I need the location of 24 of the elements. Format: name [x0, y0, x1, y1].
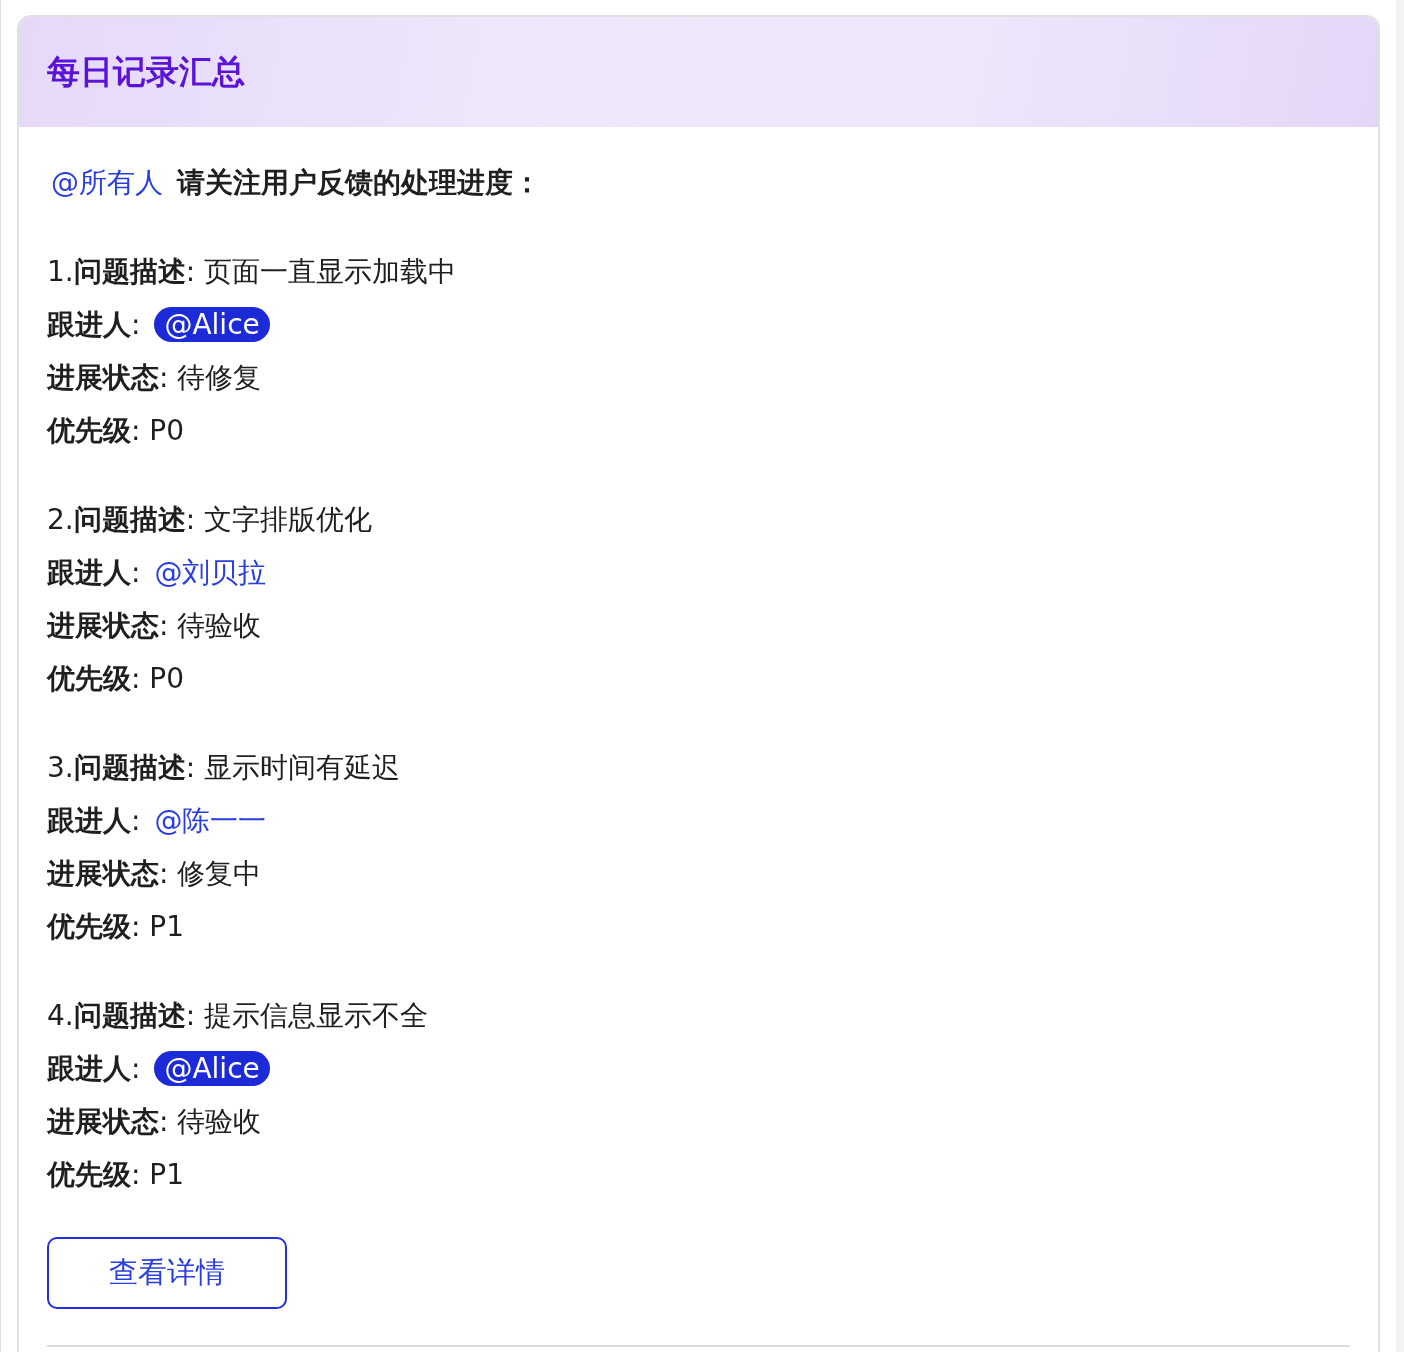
- issue-line: 优先级: P1: [47, 1156, 185, 1193]
- issue-line: 1.问题描述: 页面一直显示加载中: [47, 253, 457, 290]
- card-title: 每日记录汇总: [47, 50, 245, 93]
- assignee-label: 跟进人:: [47, 1050, 141, 1087]
- issue-line: 2.问题描述: 文字排版优化: [47, 501, 373, 538]
- issue-line: 优先级: P0: [47, 660, 185, 697]
- issue-line: 3.问题描述: 显示时间有延迟: [47, 749, 401, 786]
- issue-line: 优先级: P1: [47, 908, 185, 945]
- intro-text: 请关注用户反馈的处理进度：: [177, 165, 541, 201]
- mention-link[interactable]: @陈一一: [154, 801, 267, 840]
- issue-line: 优先级: P0: [47, 412, 185, 449]
- issue-line: 进展状态: 待验收: [47, 607, 262, 644]
- mention-link[interactable]: @刘贝拉: [154, 553, 267, 592]
- issue-line: 进展状态: 待修复: [47, 359, 262, 396]
- assignee-label: 跟进人:: [47, 306, 141, 343]
- assignee-label: 跟进人:: [47, 554, 141, 591]
- issue-line: 进展状态: 修复中: [47, 855, 262, 892]
- mention-chip[interactable]: @Alice: [154, 1051, 270, 1086]
- issue-line: 进展状态: 待验收: [47, 1103, 262, 1140]
- assignee-label: 跟进人:: [47, 802, 141, 839]
- mention-chip[interactable]: @Alice: [154, 307, 270, 342]
- mention-link[interactable]: @所有人: [51, 164, 163, 202]
- details-button[interactable]: 查看详情: [47, 1237, 287, 1309]
- issue-line: 4.问题描述: 提示信息显示不全: [47, 997, 429, 1034]
